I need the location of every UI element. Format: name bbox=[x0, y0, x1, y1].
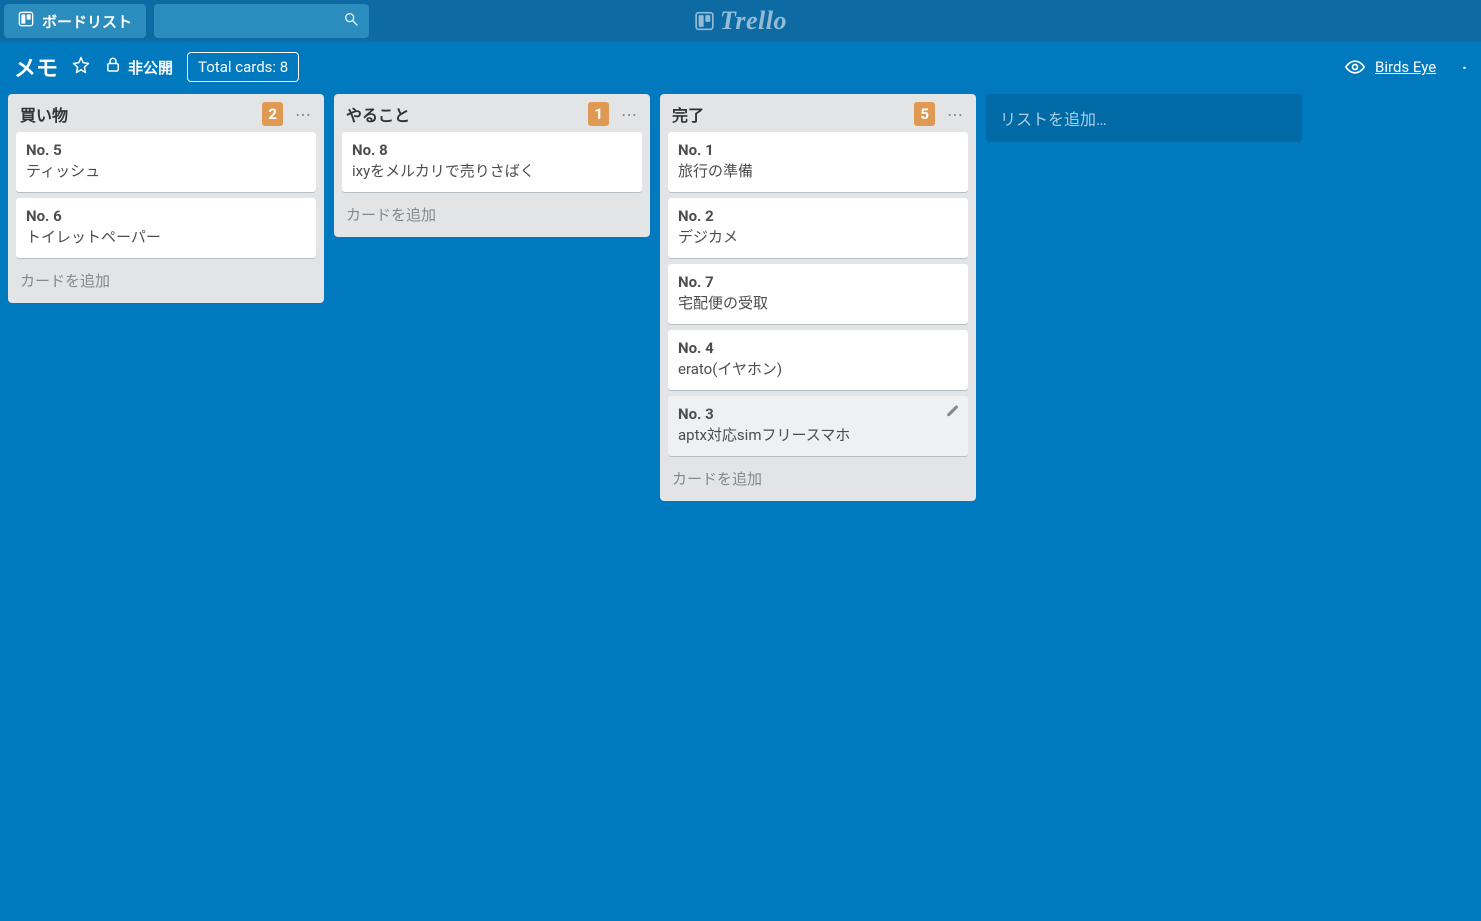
list-menu-icon[interactable]: ⋯ bbox=[943, 105, 968, 124]
card[interactable]: No. 2 デジカメ bbox=[668, 198, 968, 258]
trello-board-icon bbox=[18, 11, 34, 31]
card-title: 旅行の準備 bbox=[678, 162, 753, 180]
card-title: ティッシュ bbox=[26, 162, 100, 180]
board-canvas: 買い物 2 ⋯ No. 5 ティッシュ No. 6 トイレットペーパー カードを… bbox=[0, 92, 1481, 921]
star-icon[interactable] bbox=[72, 56, 90, 78]
card-number: No. 6 bbox=[26, 206, 306, 227]
list-shopping: 買い物 2 ⋯ No. 5 ティッシュ No. 6 トイレットペーパー カードを… bbox=[8, 94, 324, 303]
header-more-icon[interactable]: · bbox=[1462, 58, 1467, 77]
list-menu-icon[interactable]: ⋯ bbox=[617, 105, 642, 124]
card-title: デジカメ bbox=[678, 228, 738, 246]
card[interactable]: No. 4 erato(イヤホン) bbox=[668, 330, 968, 390]
add-card-button[interactable]: カードを追加 bbox=[8, 260, 324, 303]
list-cards: No. 5 ティッシュ No. 6 トイレットペーパー bbox=[8, 130, 324, 260]
list-title[interactable]: やること bbox=[346, 102, 580, 126]
boards-button[interactable]: ボードリスト bbox=[4, 4, 146, 38]
add-card-button[interactable]: カードを追加 bbox=[660, 458, 976, 501]
list-title[interactable]: 完了 bbox=[672, 102, 906, 126]
birds-eye-label: Birds Eye bbox=[1375, 58, 1436, 76]
pencil-icon[interactable] bbox=[946, 404, 960, 418]
card-count-badge: 5 bbox=[914, 102, 935, 126]
birds-eye-button[interactable]: Birds Eye bbox=[1345, 57, 1436, 77]
eye-icon bbox=[1345, 57, 1365, 77]
card[interactable]: No. 8 ixyをメルカリで売りさばく bbox=[342, 132, 642, 192]
add-list-button[interactable]: リストを追加… bbox=[986, 94, 1302, 142]
trello-logo: Trello bbox=[694, 0, 787, 42]
card[interactable]: No. 1 旅行の準備 bbox=[668, 132, 968, 192]
list-done: 完了 5 ⋯ No. 1 旅行の準備 No. 2 デジカメ No. 7 宅配便の… bbox=[660, 94, 976, 501]
card-title: erato(イヤホン) bbox=[678, 360, 782, 378]
card-number: No. 2 bbox=[678, 206, 958, 227]
card-title: ixyをメルカリで売りさばく bbox=[352, 162, 535, 180]
card[interactable]: No. 3 aptx対応simフリースマホ bbox=[668, 396, 968, 456]
card-title: トイレットペーパー bbox=[26, 228, 161, 246]
card[interactable]: No. 7 宅配便の受取 bbox=[668, 264, 968, 324]
list-header: 買い物 2 ⋯ bbox=[8, 94, 324, 130]
card-title: 宅配便の受取 bbox=[678, 294, 768, 312]
list-cards: No. 8 ixyをメルカリで売りさばく bbox=[334, 130, 650, 194]
card-number: No. 4 bbox=[678, 338, 958, 359]
list-todo: やること 1 ⋯ No. 8 ixyをメルカリで売りさばく カードを追加 bbox=[334, 94, 650, 237]
card-number: No. 1 bbox=[678, 140, 958, 161]
card[interactable]: No. 5 ティッシュ bbox=[16, 132, 316, 192]
boards-button-label: ボードリスト bbox=[42, 11, 132, 32]
card-count-badge: 1 bbox=[588, 102, 609, 126]
card-number: No. 5 bbox=[26, 140, 306, 161]
total-cards-badge: Total cards: 8 bbox=[187, 52, 299, 82]
card-title: aptx対応simフリースマホ bbox=[678, 426, 850, 444]
card-number: No. 8 bbox=[352, 140, 632, 161]
list-menu-icon[interactable]: ⋯ bbox=[291, 105, 316, 124]
add-card-button[interactable]: カードを追加 bbox=[334, 194, 650, 237]
list-header: 完了 5 ⋯ bbox=[660, 94, 976, 130]
board-title: メモ bbox=[14, 51, 58, 83]
card-number: No. 3 bbox=[678, 404, 958, 425]
list-title[interactable]: 買い物 bbox=[20, 102, 254, 126]
board-header: メモ 非公開 Total cards: 8 Birds Eye · bbox=[0, 42, 1481, 92]
list-header: やること 1 ⋯ bbox=[334, 94, 650, 130]
privacy-label: 非公開 bbox=[128, 57, 173, 78]
topbar: ボードリスト Trello bbox=[0, 0, 1481, 42]
card-number: No. 7 bbox=[678, 272, 958, 293]
list-cards: No. 1 旅行の準備 No. 2 デジカメ No. 7 宅配便の受取 No. … bbox=[660, 130, 976, 458]
card[interactable]: No. 6 トイレットペーパー bbox=[16, 198, 316, 258]
lock-icon bbox=[104, 56, 122, 78]
card-count-badge: 2 bbox=[262, 102, 283, 126]
privacy-button[interactable]: 非公開 bbox=[104, 56, 173, 78]
search-input[interactable] bbox=[154, 4, 369, 38]
search-icon bbox=[343, 11, 359, 31]
